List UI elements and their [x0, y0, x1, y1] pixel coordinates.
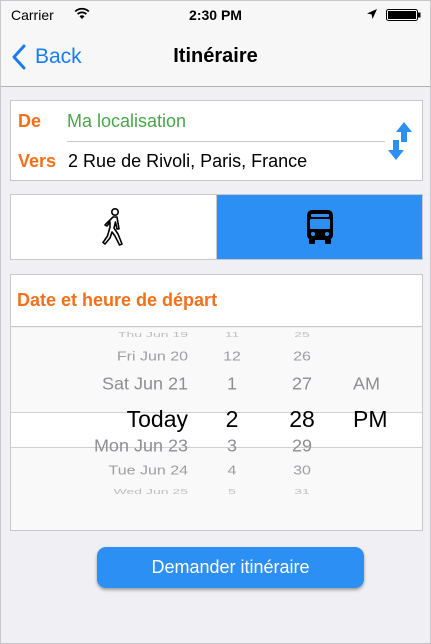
battery-icon	[386, 9, 421, 21]
page-title: Itinéraire	[173, 45, 258, 67]
walk-mode-button[interactable]	[11, 195, 217, 259]
to-field[interactable]: 2 Rue de Rivoli, Paris, France	[68, 151, 307, 172]
picker-item[interactable]: 1	[207, 375, 257, 395]
bus-icon	[306, 210, 333, 244]
departure-header: Date et heure de départ	[11, 275, 422, 327]
route-divider	[67, 141, 385, 142]
picker-item[interactable]: 5	[207, 487, 257, 496]
day-wheel[interactable]: Thu Jun 19 Fri Jun 20 Sat Jun 21 Today Mon J…	[11, 328, 188, 530]
from-row[interactable]: De Ma localisation	[11, 106, 186, 136]
picker-item[interactable]: PM	[353, 406, 388, 433]
picker-item[interactable]: 4	[207, 464, 257, 479]
from-field[interactable]: Ma localisation	[67, 111, 186, 132]
picker-item[interactable]: 3	[207, 437, 257, 457]
picker-item[interactable]: Mon Jun 23	[94, 437, 188, 457]
swap-direction-icon[interactable]	[386, 120, 414, 162]
to-label: Vers	[18, 150, 57, 171]
picker-item[interactable]: Today	[127, 406, 188, 433]
from-label: De	[18, 110, 42, 131]
picker-item[interactable]: Wed Jun 25	[114, 487, 188, 496]
pedestrian-icon	[101, 207, 123, 246]
picker-item[interactable]: Thu Jun 19	[118, 330, 188, 339]
request-itinerary-button[interactable]: Demander itinéraire	[97, 547, 364, 588]
picker-item[interactable]: Sat Jun 21	[102, 375, 188, 395]
picker-item[interactable]: 11	[207, 330, 257, 339]
departure-section: Date et heure de départ Thu Jun 19 Fri Ju…	[10, 274, 423, 531]
route-form: De Ma localisation Vers 2 Rue de Rivoli,…	[10, 100, 423, 181]
picker-item[interactable]: 2	[207, 406, 257, 433]
picker-item[interactable]: 27	[277, 375, 327, 395]
to-row[interactable]: Vers 2 Rue de Rivoli, Paris, France	[11, 146, 307, 176]
ampm-wheel[interactable]: AM PM	[353, 328, 413, 530]
picker-item[interactable]: 30	[277, 464, 327, 479]
hour-wheel[interactable]: 11 12 1 2 3 4 5	[207, 328, 257, 530]
picker-item[interactable]: AM	[353, 375, 380, 395]
date-time-picker[interactable]: Thu Jun 19 Fri Jun 20 Sat Jun 21 Today Mon J…	[11, 328, 422, 530]
picker-item[interactable]: Fri Jun 20	[117, 350, 188, 365]
picker-item[interactable]: 29	[277, 437, 327, 457]
bus-mode-button[interactable]	[217, 195, 422, 259]
picker-item[interactable]: 28	[277, 406, 327, 433]
transport-mode-selector	[10, 194, 423, 260]
picker-item[interactable]: 25	[277, 330, 327, 339]
location-arrow-icon	[367, 9, 377, 19]
picker-item[interactable]: 12	[207, 350, 257, 365]
navigation-bar: Back Itinéraire	[1, 29, 430, 87]
picker-item[interactable]: 31	[277, 487, 327, 496]
picker-item[interactable]: Tue Jun 24	[109, 464, 188, 479]
picker-item[interactable]: 26	[277, 350, 327, 365]
status-bar: Carrier 2:30 PM	[1, 1, 430, 29]
minute-wheel[interactable]: 25 26 27 28 29 30 31	[277, 328, 327, 530]
app-screen: Carrier 2:30 PM Back Itinéraire De Ma lo…	[0, 0, 431, 644]
